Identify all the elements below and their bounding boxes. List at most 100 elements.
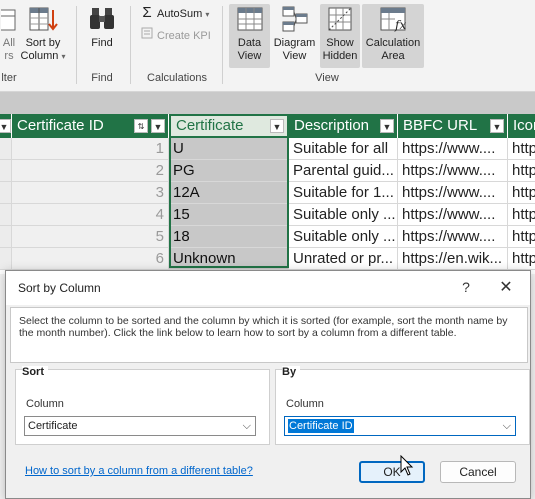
- create-kpi-button[interactable]: Create KPI: [140, 27, 211, 43]
- column-header-description[interactable]: Description ▼: [289, 114, 398, 138]
- cancel-button[interactable]: Cancel: [440, 461, 516, 483]
- cell-certificate[interactable]: 15: [169, 204, 289, 226]
- data-view-button[interactable]: Data View: [229, 4, 270, 68]
- by-panel: By Column Certificate ID ⌵: [275, 366, 530, 445]
- column-header-bbfc-url[interactable]: BBFC URL ▼: [398, 114, 508, 138]
- cell-bbfc-url[interactable]: https://www....: [398, 226, 508, 248]
- cell-certificate[interactable]: 12A: [169, 182, 289, 204]
- mouse-cursor-icon: [400, 455, 414, 476]
- filter-dropdown-icon[interactable]: ▼: [490, 119, 504, 133]
- autosum-button[interactable]: Σ AutoSum ▾: [140, 5, 210, 22]
- cell-certificate[interactable]: U: [169, 138, 289, 160]
- cell-icon[interactable]: http: [508, 226, 535, 248]
- show-hidden-button[interactable]: Show Hidden: [320, 4, 360, 68]
- cell-icon[interactable]: http: [508, 248, 535, 270]
- sort-label-2: Column ▾: [20, 50, 66, 62]
- sort-by-column-icon: [29, 7, 58, 31]
- show-hidden-icon: [328, 7, 352, 31]
- cell-icon[interactable]: http: [508, 204, 535, 226]
- separator: [76, 6, 77, 84]
- binoculars-icon: [90, 8, 114, 29]
- cell-description[interactable]: Unrated or pr...: [289, 248, 398, 270]
- by-column-label: Column: [286, 398, 324, 410]
- cell-certificate-id[interactable]: 3: [12, 182, 169, 204]
- sort-panel-title: Sort: [22, 366, 48, 378]
- column-header-label: Icon: [513, 117, 535, 134]
- row-gutter: [0, 226, 12, 248]
- row-gutter: [0, 248, 12, 270]
- sort-column-value: Certificate: [28, 420, 78, 432]
- cell-bbfc-url[interactable]: https://www....: [398, 160, 508, 182]
- dialog-description: Select the column to be sorted and the c…: [10, 307, 528, 363]
- row-gutter: [0, 204, 12, 226]
- column-header-label: Description: [294, 117, 370, 134]
- chevron-down-icon[interactable]: ▼: [0, 119, 11, 133]
- group-label-filter: lter: [1, 72, 17, 84]
- by-panel-title: By: [282, 366, 301, 378]
- cell-bbfc-url[interactable]: https://www....: [398, 182, 508, 204]
- cell-certificate[interactable]: 18: [169, 226, 289, 248]
- help-button[interactable]: ?: [458, 279, 474, 295]
- column-header-cut[interactable]: ▼: [0, 114, 12, 138]
- separator: [130, 6, 131, 84]
- dialog-titlebar[interactable]: Sort by Column ? ✕: [6, 271, 530, 305]
- cell-certificate-id[interactable]: 1: [12, 138, 169, 160]
- column-header-certificate-id[interactable]: Certificate ID ⇅ ▼: [12, 114, 169, 138]
- calculation-area-button[interactable]: fx Calculation Area: [362, 4, 424, 68]
- diagram-view-label: Diagram: [273, 37, 316, 49]
- row-gutter: [0, 160, 12, 182]
- help-link[interactable]: How to sort by a column from a different…: [25, 465, 253, 477]
- filter-dropdown-icon[interactable]: ▼: [380, 119, 394, 133]
- all-button[interactable]: All rs: [0, 4, 18, 63]
- cell-description[interactable]: Suitable for all: [289, 138, 398, 160]
- cell-certificate[interactable]: PG: [169, 160, 289, 182]
- data-grid: ▼ Certificate ID ⇅ ▼ Certificate ▼ Descr…: [0, 114, 535, 274]
- show-hidden-label: Show: [326, 37, 354, 49]
- cell-description[interactable]: Suitable only ...: [289, 226, 398, 248]
- cell-description[interactable]: Suitable for 1...: [289, 182, 398, 204]
- cell-icon[interactable]: http: [508, 182, 535, 204]
- column-header-label: Certificate: [176, 117, 244, 134]
- find-label: Find: [91, 37, 113, 49]
- svg-text:fx: fx: [394, 18, 406, 32]
- find-button[interactable]: Find: [84, 4, 120, 50]
- cell-bbfc-url[interactable]: https://www....: [398, 204, 508, 226]
- column-header-label: BBFC URL: [403, 117, 478, 134]
- chevron-down-icon: ⌵: [242, 420, 251, 432]
- cell-certificate-id[interactable]: 2: [12, 160, 169, 182]
- data-view-icon: [237, 7, 262, 31]
- table-icon: [1, 9, 16, 31]
- dialog-title: Sort by Column: [18, 281, 101, 295]
- column-header-certificate[interactable]: Certificate ▼: [169, 114, 289, 138]
- column-header-icon[interactable]: Icon: [508, 114, 535, 138]
- cell-bbfc-url[interactable]: https://en.wik...: [398, 248, 508, 270]
- cell-certificate-id[interactable]: 4: [12, 204, 169, 226]
- close-icon[interactable]: ✕: [496, 277, 516, 297]
- cell-bbfc-url[interactable]: https://www....: [398, 138, 508, 160]
- sort-by-column-button[interactable]: Sort by Column ▾: [20, 4, 66, 63]
- cell-icon[interactable]: http: [508, 138, 535, 160]
- chevron-down-icon: ▾: [205, 10, 210, 19]
- filter-dropdown-icon[interactable]: ▼: [151, 119, 165, 133]
- cell-description[interactable]: Parental guid...: [289, 160, 398, 182]
- cell-icon[interactable]: http: [508, 160, 535, 182]
- sort-panel: Sort Column Certificate ⌵: [15, 366, 270, 445]
- all-label-2: rs: [4, 50, 14, 62]
- ok-button[interactable]: OK: [359, 461, 425, 483]
- kpi-icon: [140, 27, 154, 43]
- sort-column-select[interactable]: Certificate ⌵: [24, 416, 256, 436]
- chevron-down-icon: ⌵: [502, 420, 511, 432]
- cell-description[interactable]: Suitable only ...: [289, 204, 398, 226]
- data-view-label-2: View: [237, 50, 262, 62]
- cell-certificate-id[interactable]: 5: [12, 226, 169, 248]
- group-label-calculations: Calculations: [147, 72, 207, 84]
- group-label-find: Find: [91, 72, 113, 84]
- cell-certificate-id[interactable]: 6: [12, 248, 169, 270]
- filter-dropdown-icon[interactable]: ▼: [270, 119, 284, 133]
- group-label-view: View: [315, 72, 339, 84]
- cell-certificate[interactable]: Unknown: [169, 248, 289, 270]
- by-column-select[interactable]: Certificate ID ⌵: [284, 416, 516, 436]
- diagram-view-button[interactable]: Diagram View: [272, 4, 317, 63]
- ribbon: All rs Sort by Column ▾ Find ΣAutoSum ▾: [0, 0, 535, 92]
- chevron-down-icon: ▾: [61, 52, 66, 61]
